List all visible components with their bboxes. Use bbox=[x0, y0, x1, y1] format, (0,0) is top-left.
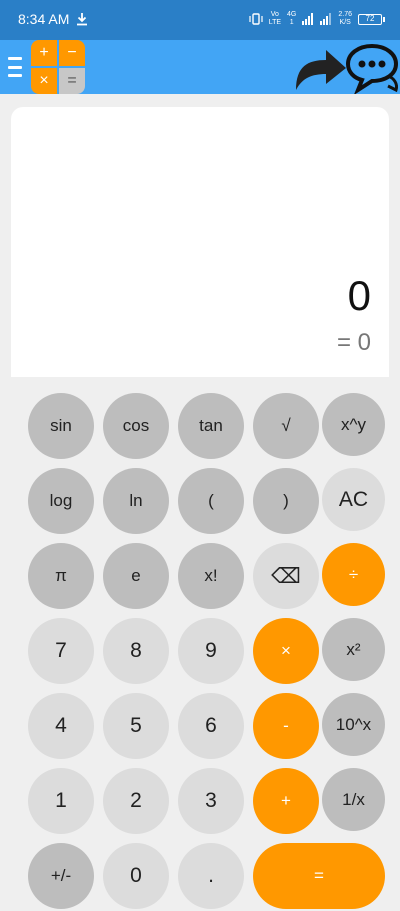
digit-0-button[interactable]: 0 bbox=[103, 843, 169, 909]
sin-button[interactable]: sin bbox=[28, 393, 94, 459]
e-button[interactable]: e bbox=[103, 543, 169, 609]
reciprocal-button[interactable]: 1/x bbox=[322, 768, 385, 831]
plus-button[interactable]: + bbox=[253, 768, 319, 834]
right-paren-button[interactable]: ) bbox=[253, 468, 319, 534]
cos-button[interactable]: cos bbox=[103, 393, 169, 459]
backspace-button[interactable]: ⌫ bbox=[253, 543, 319, 609]
digit-4-button[interactable]: 4 bbox=[28, 693, 94, 759]
digit-6-button[interactable]: 6 bbox=[178, 693, 244, 759]
ln-button[interactable]: ln bbox=[103, 468, 169, 534]
minus-button[interactable]: - bbox=[253, 693, 319, 759]
pi-button[interactable]: π bbox=[28, 543, 94, 609]
equals-button[interactable]: = bbox=[253, 843, 385, 909]
factorial-button[interactable]: x! bbox=[178, 543, 244, 609]
log-button[interactable]: log bbox=[28, 468, 94, 534]
power-of-ten-button[interactable]: 10^x bbox=[322, 693, 385, 756]
digit-5-button[interactable]: 5 bbox=[103, 693, 169, 759]
left-paren-button[interactable]: ( bbox=[178, 468, 244, 534]
tan-button[interactable]: tan bbox=[178, 393, 244, 459]
digit-9-button[interactable]: 9 bbox=[178, 618, 244, 684]
all-clear-button[interactable]: AC bbox=[322, 468, 385, 531]
sign-toggle-button[interactable]: +/- bbox=[28, 843, 94, 909]
divide-button[interactable]: ÷ bbox=[322, 543, 385, 606]
square-button[interactable]: x² bbox=[322, 618, 385, 681]
sqrt-button[interactable]: √ bbox=[253, 393, 319, 459]
multiply-button[interactable]: × bbox=[253, 618, 319, 684]
digit-8-button[interactable]: 8 bbox=[103, 618, 169, 684]
digit-2-button[interactable]: 2 bbox=[103, 768, 169, 834]
keypad: sin cos tan √ x^y log ln ( ) AC π e x! ⌫… bbox=[0, 0, 400, 911]
digit-3-button[interactable]: 3 bbox=[178, 768, 244, 834]
digit-1-button[interactable]: 1 bbox=[28, 768, 94, 834]
digit-7-button[interactable]: 7 bbox=[28, 618, 94, 684]
decimal-button[interactable]: . bbox=[178, 843, 244, 909]
power-button[interactable]: x^y bbox=[322, 393, 385, 456]
